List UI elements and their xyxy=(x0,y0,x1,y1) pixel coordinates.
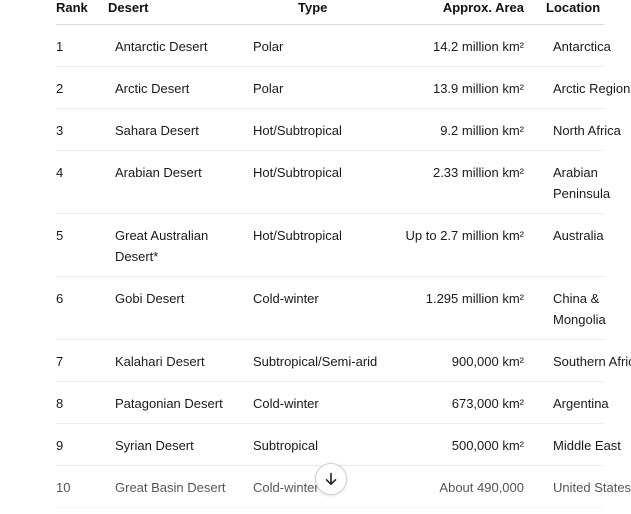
cell-rank: 6 xyxy=(56,276,108,340)
cell-area: 13.9 million km² xyxy=(386,66,524,109)
cell-location: Argentina xyxy=(524,381,609,424)
cell-type: Polar xyxy=(246,66,386,109)
cell-area: 673,000 km² xyxy=(386,381,524,424)
cell-location: Antarctica xyxy=(524,24,611,67)
cell-type: Hot/Subtropical xyxy=(246,108,386,151)
cell-location: Arctic Region xyxy=(524,66,630,109)
cell-location: North Africa xyxy=(524,108,621,151)
table-row: 3 Sahara Desert Hot/Subtropical 9.2 million… xyxy=(56,108,621,151)
cell-rank: 8 xyxy=(56,381,108,424)
cell-area: 500,000 km² xyxy=(386,423,524,466)
cell-area: About 490,000 xyxy=(386,465,524,508)
cell-rank: 7 xyxy=(56,339,108,382)
cell-area: 2.33 million km² xyxy=(386,150,524,214)
table-row: 9 Syrian Desert Subtropical 500,000 km² Midd… xyxy=(56,423,621,466)
cell-location: Middle East xyxy=(524,423,621,466)
cell-desert: Great Basin Desert xyxy=(108,465,246,508)
cell-location: Arabian Peninsula xyxy=(524,150,610,214)
cell-rank: 3 xyxy=(56,108,108,151)
header-type: Type xyxy=(246,0,386,25)
cell-desert: Arabian Desert xyxy=(108,150,246,214)
table-row: 4 Arabian Desert Hot/Subtropical 2.33 milli… xyxy=(56,150,610,214)
cell-area: Up to 2.7 million km² xyxy=(386,213,524,277)
table-row: 5 Great Australian Desert* Hot/Subtropical… xyxy=(56,213,604,277)
table-row: 1 Antarctic Desert Polar 14.2 million km² An… xyxy=(56,24,611,67)
arrow-down-icon xyxy=(323,471,339,487)
cell-desert: Antarctic Desert xyxy=(108,24,246,67)
cell-type: Subtropical/Semi-arid xyxy=(246,339,386,382)
cell-rank: 2 xyxy=(56,66,108,109)
cell-desert: Kalahari Desert xyxy=(108,339,246,382)
chat-message-content: Rank Desert Type Approx. Area Location 1… xyxy=(0,0,631,514)
cell-area: 1.295 million km² xyxy=(386,276,524,340)
cell-desert: Patagonian Desert xyxy=(108,381,246,424)
table-row: 2 Arctic Desert Polar 13.9 million km² Arcti… xyxy=(56,66,630,109)
cell-type: Cold-winter xyxy=(246,276,386,340)
cell-area: 900,000 km² xyxy=(386,339,524,382)
cell-area: 14.2 million km² xyxy=(386,24,524,67)
cell-desert: Gobi Desert xyxy=(108,276,246,340)
cell-rank: 9 xyxy=(56,423,108,466)
cell-type: Hot/Subtropical xyxy=(246,150,386,214)
table-row: 7 Kalahari Desert Subtropical/Semi-arid 900… xyxy=(56,339,631,382)
cell-desert: Arctic Desert xyxy=(108,66,246,109)
cell-location: Southern Africa xyxy=(524,339,631,382)
cell-type: Polar xyxy=(246,24,386,67)
cell-desert: Great Australian Desert* xyxy=(108,213,246,277)
cell-location: Australia xyxy=(524,213,604,277)
header-area: Approx. Area xyxy=(386,0,524,25)
table-row: 6 Gobi Desert Cold-winter 1.295 million km²… xyxy=(56,276,606,340)
cell-area: 9.2 million km² xyxy=(386,108,524,151)
table-row: 8 Patagonian Desert Cold-winter 673,000 km²… xyxy=(56,381,609,424)
header-desert: Desert xyxy=(108,0,246,25)
cell-type: Hot/Subtropical xyxy=(246,213,386,277)
cell-rank: 1 xyxy=(56,24,108,67)
deserts-table: Rank Desert Type Approx. Area Location 1… xyxy=(56,0,631,508)
cell-location: United States xyxy=(524,465,631,508)
header-rank: Rank xyxy=(56,0,108,25)
cell-rank: 4 xyxy=(56,150,108,214)
header-location: Location xyxy=(524,0,604,25)
cell-type: Cold-winter xyxy=(246,381,386,424)
cell-rank: 5 xyxy=(56,213,108,277)
cell-desert: Sahara Desert xyxy=(108,108,246,151)
cell-desert: Syrian Desert xyxy=(108,423,246,466)
cell-rank: 10 xyxy=(56,465,108,508)
cell-location: China & Mongolia xyxy=(524,276,606,340)
cell-type: Subtropical xyxy=(246,423,386,466)
table-header-row: Rank Desert Type Approx. Area Location xyxy=(56,0,604,25)
scroll-to-bottom-button[interactable] xyxy=(315,463,347,495)
